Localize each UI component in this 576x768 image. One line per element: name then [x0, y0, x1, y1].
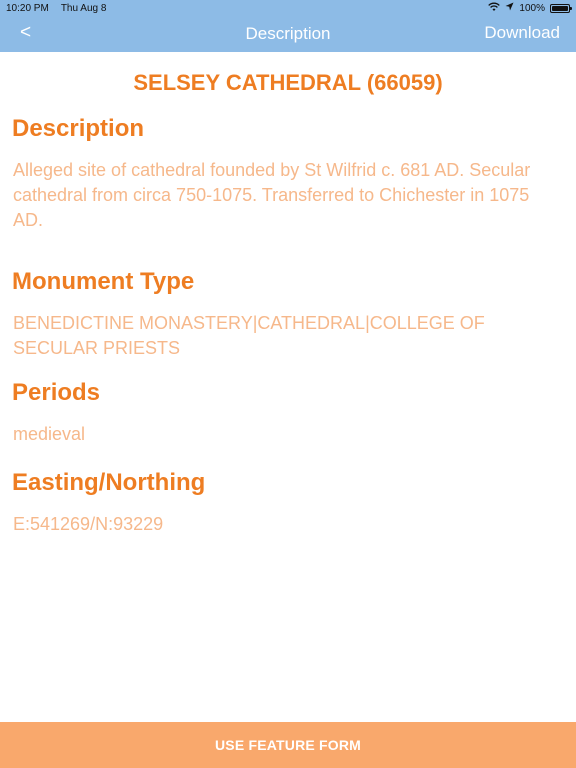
status-right: 100% — [488, 2, 572, 15]
battery-percent: 100% — [519, 2, 545, 14]
status-date: Thu Aug 8 — [60, 2, 107, 14]
detail-content[interactable]: SELSEY CATHEDRAL (66059) Description All… — [0, 52, 576, 722]
description-heading: Description — [12, 115, 145, 142]
feature-title: SELSEY CATHEDRAL (66059) — [133, 70, 443, 95]
location-icon — [505, 2, 514, 14]
download-button[interactable]: Download — [484, 23, 560, 43]
status-bar: 10:20 PM Thu Aug 8 100% — [0, 0, 576, 16]
easting-northing-text: E:541269/N:93229 — [13, 514, 164, 534]
description-text: Alleged site of cathedral founded by St … — [13, 160, 531, 230]
easting-northing-heading: Easting/Northing — [12, 469, 206, 496]
battery-icon — [550, 3, 572, 13]
monument-type-heading: Monument Type — [12, 268, 195, 295]
navigation-bar: < Description Download — [0, 16, 576, 52]
use-feature-form-button[interactable]: USE FEATURE FORM — [0, 722, 576, 768]
wifi-icon — [488, 2, 501, 15]
status-time: 10:20 PM — [6, 2, 49, 14]
periods-heading: Periods — [12, 379, 101, 406]
monument-type-text: BENEDICTINE MONASTERY|CATHEDRAL|COLLEGE … — [13, 313, 485, 358]
periods-text: medieval — [13, 424, 86, 444]
status-left: 10:20 PM Thu Aug 8 — [6, 3, 106, 14]
